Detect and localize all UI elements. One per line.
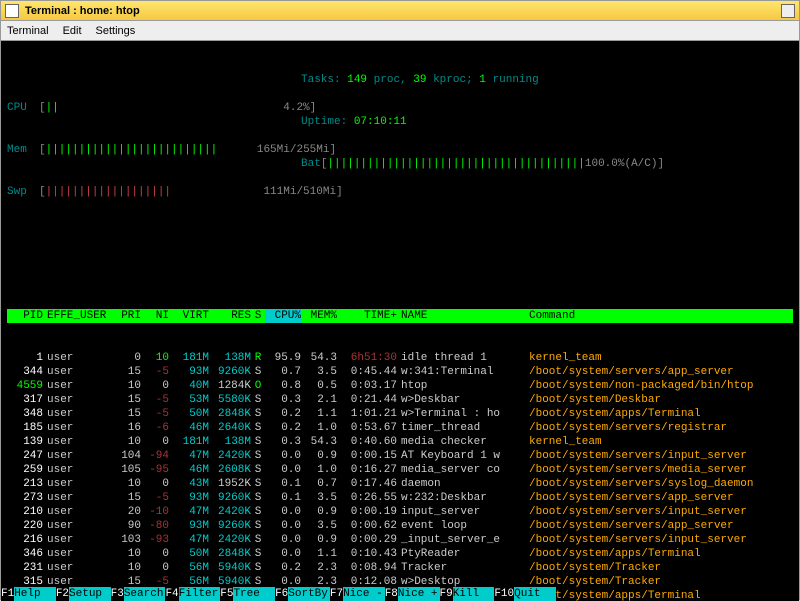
process-row[interactable]: 216user103-9347M2420KS0.00.90:00.29_inpu… [7, 533, 793, 547]
process-row[interactable]: 210user20-1047M2420KS0.00.90:00.19input_… [7, 505, 793, 519]
f5-tree[interactable]: Tree [233, 587, 275, 601]
system-info: Tasks: 149 proc, 39 kproc; 1 running Upt… [301, 45, 664, 199]
f9-kill[interactable]: Kill [453, 587, 495, 601]
f8-nice-up[interactable]: Nice + [398, 587, 440, 601]
f4-filter[interactable]: Filter [179, 587, 221, 601]
window-title: Terminal : home: htop [25, 5, 781, 17]
process-header[interactable]: PID EFFE_USER PRI NI VIRT RES S CPU% MEM… [7, 309, 793, 323]
process-row[interactable]: 231user10056M5940KS0.22.30:08.94Tracker/… [7, 561, 793, 575]
process-row[interactable]: 344user15-593M9260KS0.73.50:45.44w:341:T… [7, 365, 793, 379]
process-row[interactable]: 317user15-553M5580KS0.32.10:21.44w>Deskb… [7, 393, 793, 407]
f10-quit[interactable]: Quit [514, 587, 556, 601]
process-row[interactable]: 247user104-9447M2420KS0.00.90:00.15AT Ke… [7, 449, 793, 463]
window-icon [5, 4, 19, 18]
process-row[interactable]: 273user15-593M9260KS0.13.50:26.55w:232:D… [7, 491, 793, 505]
close-icon[interactable] [781, 4, 795, 18]
f7-nice-down[interactable]: Nice - [343, 587, 385, 601]
f6-sortby[interactable]: SortBy [288, 587, 330, 601]
process-row[interactable]: 220user90-8093M9260KS0.03.50:00.62event … [7, 519, 793, 533]
menu-edit[interactable]: Edit [63, 25, 82, 37]
process-row[interactable]: 348user15-550M2848KS0.21.11:01.21w>Termi… [7, 407, 793, 421]
menu-settings[interactable]: Settings [96, 25, 136, 37]
menubar: Terminal Edit Settings [1, 21, 799, 41]
menu-terminal[interactable]: Terminal [7, 25, 49, 37]
process-list[interactable]: 1user010181M138MR95.954.36h51:30idle thr… [7, 351, 793, 601]
f1-help[interactable]: Help [14, 587, 56, 601]
process-row[interactable]: 213user10043M1952KS0.10.70:17.46daemon/b… [7, 477, 793, 491]
process-row[interactable]: 4559user10040M1284KO0.80.50:03.17htop/bo… [7, 379, 793, 393]
window-titlebar: Terminal : home: htop [1, 1, 799, 21]
process-row[interactable]: 139user100181M138MS0.354.30:40.60media c… [7, 435, 793, 449]
terminal-area[interactable]: CPU[|| 4.2%] Mem[|||||||||||||||||||||||… [1, 41, 799, 601]
function-keys: F1Help F2Setup F3Search F4Filter F5Tree … [1, 587, 799, 601]
process-row[interactable]: 259user105-9546M2608KS0.01.00:16.27media… [7, 463, 793, 477]
f2-setup[interactable]: Setup [69, 587, 111, 601]
process-row[interactable]: 185user16-646M2640KS0.21.00:53.67timer_t… [7, 421, 793, 435]
process-row[interactable]: 346user10050M2848KS0.01.10:10.43PtyReade… [7, 547, 793, 561]
process-row[interactable]: 1user010181M138MR95.954.36h51:30idle thr… [7, 351, 793, 365]
f3-search[interactable]: Search [124, 587, 166, 601]
